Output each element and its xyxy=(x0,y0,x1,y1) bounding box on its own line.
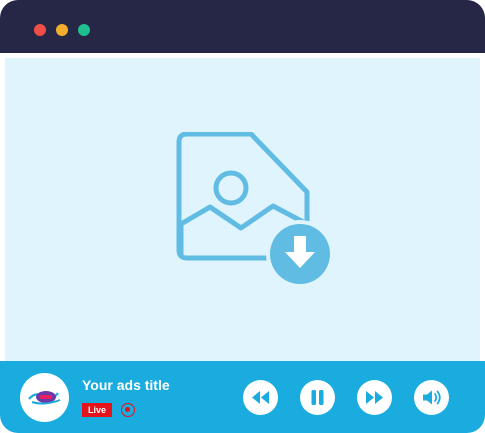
fast-forward-icon xyxy=(366,391,383,404)
volume-icon xyxy=(423,390,441,405)
minimize-dot[interactable] xyxy=(56,24,68,36)
title-bar xyxy=(0,0,485,53)
ad-title: Your ads title xyxy=(82,377,170,393)
live-badge: Live xyxy=(82,403,112,417)
image-download-icon xyxy=(175,131,335,292)
volume-button[interactable] xyxy=(414,380,449,415)
media-content-area xyxy=(5,58,480,361)
browser-window: Your ads title Live xyxy=(0,0,485,433)
record-icon xyxy=(121,403,135,417)
fast-forward-button[interactable] xyxy=(357,380,392,415)
pause-icon xyxy=(311,390,324,405)
pause-button[interactable] xyxy=(300,380,335,415)
audio-player-bar: Your ads title Live xyxy=(0,361,485,433)
rewind-button[interactable] xyxy=(243,380,278,415)
close-dot[interactable] xyxy=(34,24,46,36)
rewind-icon xyxy=(252,391,269,404)
maximize-dot[interactable] xyxy=(78,24,90,36)
station-logo xyxy=(20,373,69,422)
